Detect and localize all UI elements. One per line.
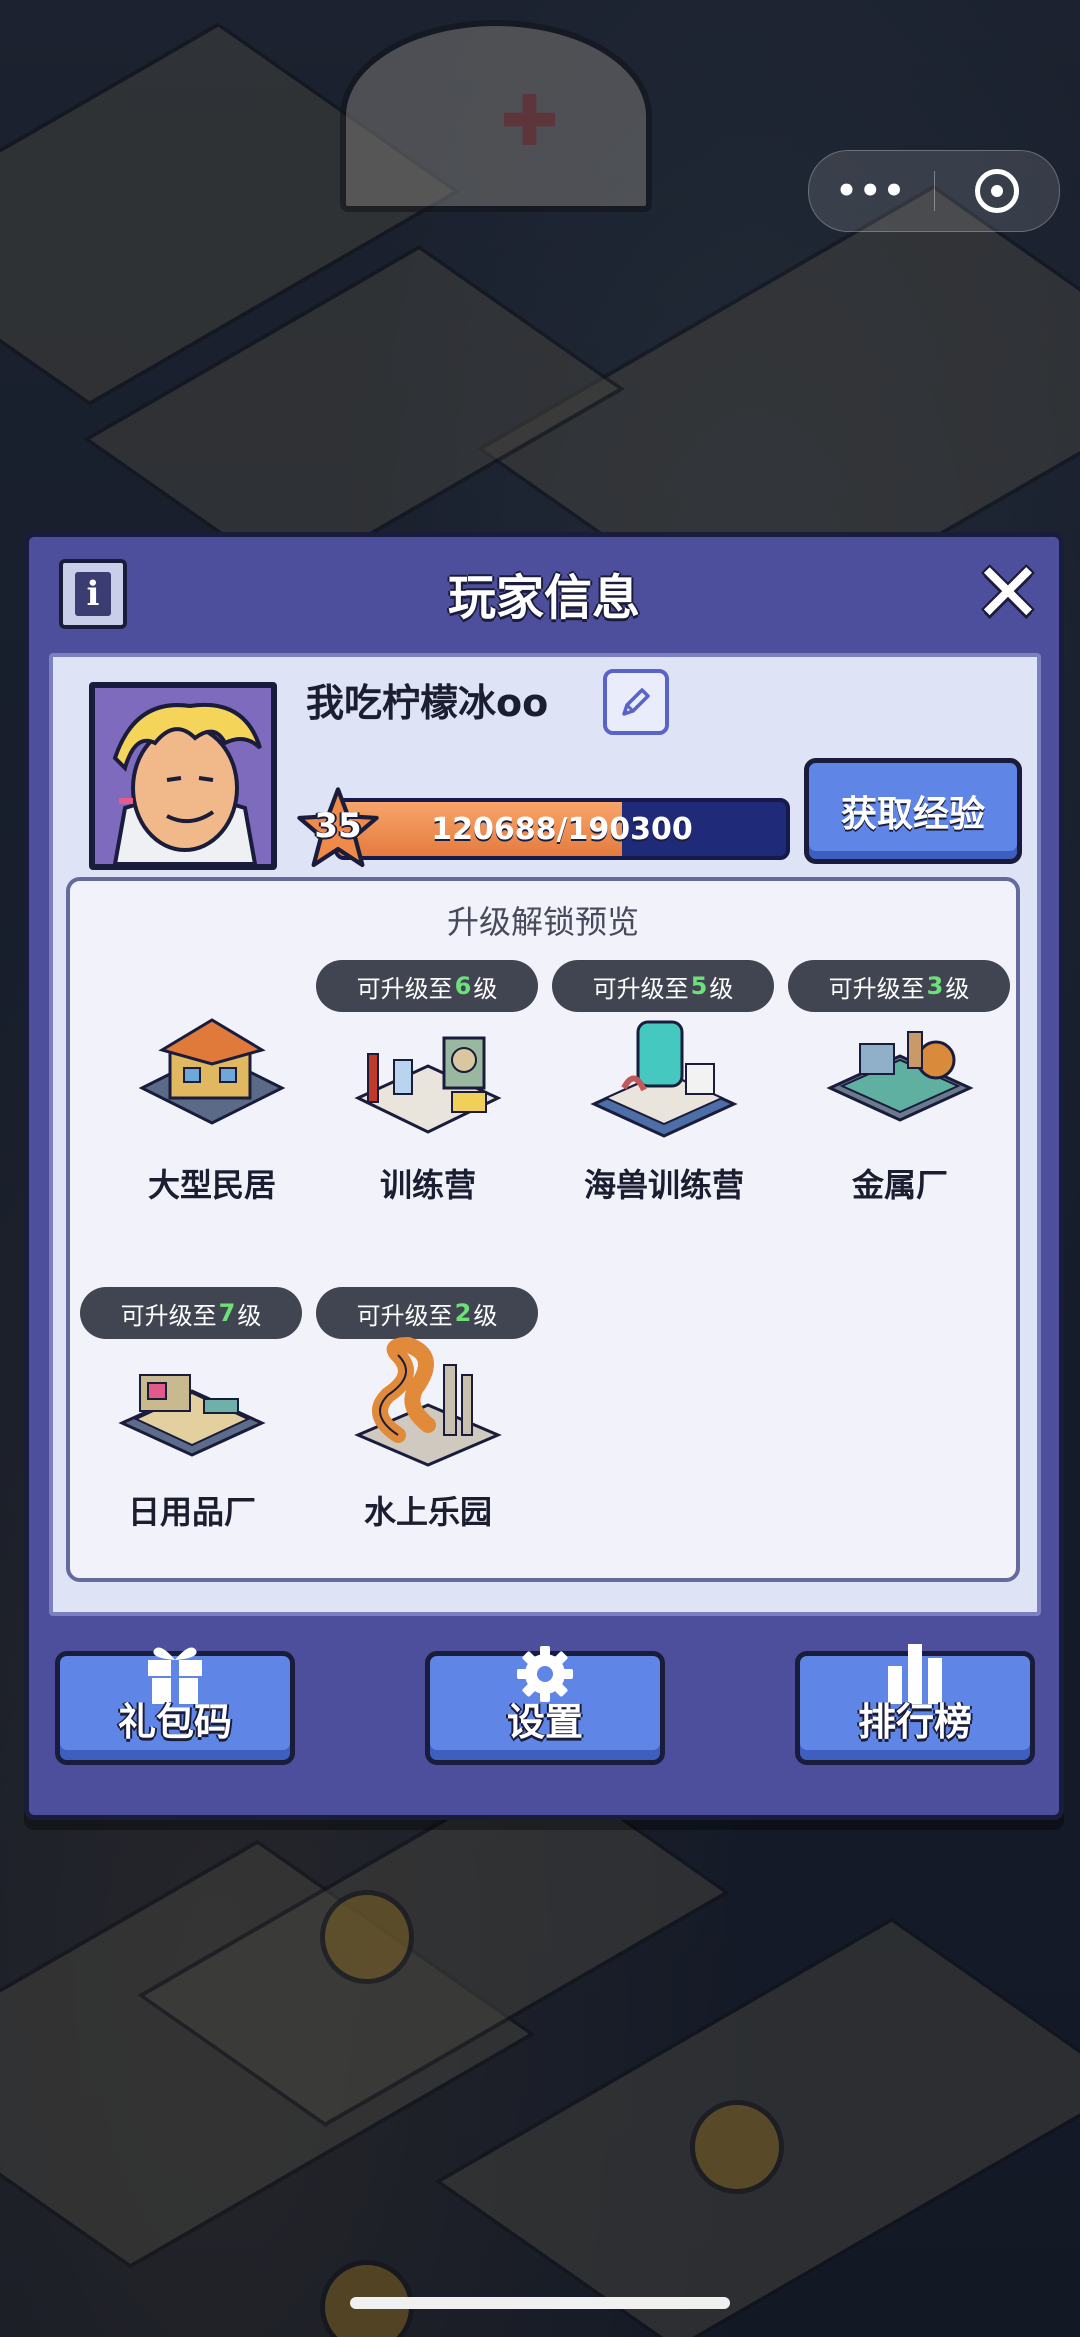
tag-level: 6: [454, 972, 472, 1000]
tag-suffix: 级: [945, 974, 970, 1003]
avatar[interactable]: [89, 682, 277, 870]
xp-text: 120688/190300: [431, 811, 693, 847]
upgrade-tag: 可升级至 7 级: [80, 1287, 302, 1339]
tag-level: 3: [926, 972, 944, 1000]
more-button[interactable]: •••: [809, 171, 934, 211]
tag-level: 5: [690, 972, 708, 1000]
xp-progress-bar: 120688/190300: [334, 798, 790, 860]
tag-suffix: 级: [473, 974, 498, 1003]
close-button[interactable]: ✕: [971, 553, 1045, 635]
building-card[interactable]: 可升级至 5 级 海兽训练营: [546, 960, 782, 1230]
tag-level: 7: [218, 1299, 236, 1327]
upgrade-tag: 可升级至 2 级: [316, 1287, 538, 1339]
avatar-portrait: [95, 688, 271, 864]
player-level: 35: [314, 806, 362, 846]
metal-factory-icon: [826, 1031, 974, 1122]
building-name: 日用品厂: [127, 1493, 256, 1531]
building-card[interactable]: 可升级至 3 级 金属厂: [782, 960, 1018, 1230]
dialog-title: 玩家信息: [447, 570, 640, 626]
building-name: 水上乐园: [363, 1493, 492, 1531]
tag-prefix: 可升级至: [592, 974, 689, 1003]
pencil-icon: [622, 688, 650, 716]
building-card[interactable]: 可升级至 7 级 日用品厂: [74, 1287, 310, 1557]
tag-suffix: 级: [237, 1301, 262, 1330]
building-name: 大型民居: [147, 1166, 276, 1204]
water-park-icon: [354, 1336, 502, 1467]
tag-level: 2: [454, 1299, 472, 1327]
tag-prefix: 可升级至: [356, 1301, 453, 1330]
info-icon: i: [75, 572, 111, 616]
preview-title: 升级解锁预览: [446, 903, 639, 941]
building-name: 金属厂: [851, 1166, 948, 1204]
gift-code-button[interactable]: 礼包码: [55, 1647, 295, 1765]
sea-beast-camp-icon: [590, 1020, 738, 1138]
house-icon: [138, 1018, 286, 1125]
target-icon: [974, 169, 1019, 213]
home-indicator[interactable]: [350, 2297, 730, 2309]
gain-xp-button[interactable]: 获取经验: [804, 758, 1022, 864]
close-icon: ✕: [973, 546, 1043, 641]
edit-name-button[interactable]: [603, 669, 669, 735]
miniprogram-capsule: •••: [808, 150, 1060, 232]
building-name: 训练营: [379, 1166, 476, 1204]
gift-code-label: 礼包码: [117, 1700, 232, 1744]
more-dots-icon: •••: [835, 171, 907, 211]
settings-button[interactable]: 设置: [425, 1646, 665, 1765]
building-card[interactable]: 可升级至 2 级 水上乐园: [310, 1287, 546, 1557]
info-button[interactable]: i: [59, 559, 127, 629]
upgrade-tag: 可升级至 3 级: [788, 960, 1010, 1012]
building-name: 海兽训练营: [583, 1166, 744, 1204]
goods-factory-icon: [118, 1374, 266, 1457]
tag-prefix: 可升级至: [828, 974, 925, 1003]
building-card[interactable]: 大型民居: [94, 960, 330, 1230]
upgrade-tag: 可升级至 5 级: [552, 960, 774, 1012]
tag-prefix: 可升级至: [120, 1301, 217, 1330]
training-camp-icon: [354, 1036, 502, 1134]
upgrade-tag: 可升级至 6 级: [316, 960, 538, 1012]
dialog-header: i 玩家信息 ✕: [29, 537, 1059, 649]
exit-button[interactable]: [935, 169, 1060, 213]
settings-label: 设置: [506, 1700, 583, 1744]
tag-suffix: 级: [473, 1301, 498, 1330]
player-name: 我吃柠檬冰oo: [306, 681, 549, 725]
leaderboard-button[interactable]: 排行榜: [795, 1644, 1035, 1765]
building-card[interactable]: 可升级至 6 级 训练营: [310, 960, 546, 1230]
tag-prefix: 可升级至: [356, 974, 453, 1003]
leaderboard-label: 排行榜: [857, 1700, 972, 1744]
tag-suffix: 级: [709, 974, 734, 1003]
